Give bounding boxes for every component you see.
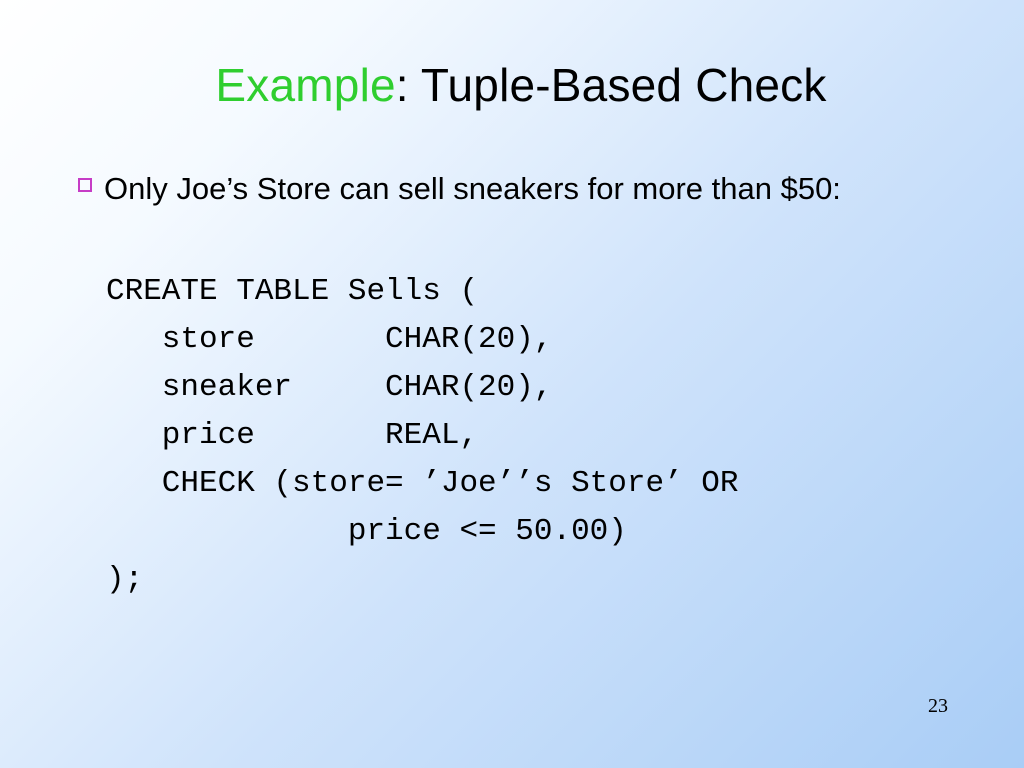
- code-line: CHECK (store= ’Joe’’s Store’ OR: [106, 466, 739, 501]
- title-rest: : Tuple-Based Check: [396, 59, 827, 111]
- title-accent: Example: [215, 59, 395, 111]
- slide-title: Example: Tuple-Based Check: [78, 58, 964, 112]
- code-line: sneaker CHAR(20),: [106, 370, 552, 405]
- code-line: );: [106, 562, 143, 597]
- code-block: CREATE TABLE Sells ( store CHAR(20), sne…: [106, 220, 964, 604]
- page-number: 23: [928, 695, 948, 718]
- bullet-icon: [78, 178, 92, 192]
- code-line: price <= 50.00): [106, 514, 627, 549]
- bullet-item: Only Joe’s Store can sell sneakers for m…: [78, 168, 964, 210]
- code-line: CREATE TABLE Sells (: [106, 274, 478, 309]
- code-line: price REAL,: [106, 418, 478, 453]
- code-line: store CHAR(20),: [106, 322, 552, 357]
- bullet-text: Only Joe’s Store can sell sneakers for m…: [104, 168, 841, 210]
- slide: Example: Tuple-Based Check Only Joe’s St…: [0, 0, 1024, 768]
